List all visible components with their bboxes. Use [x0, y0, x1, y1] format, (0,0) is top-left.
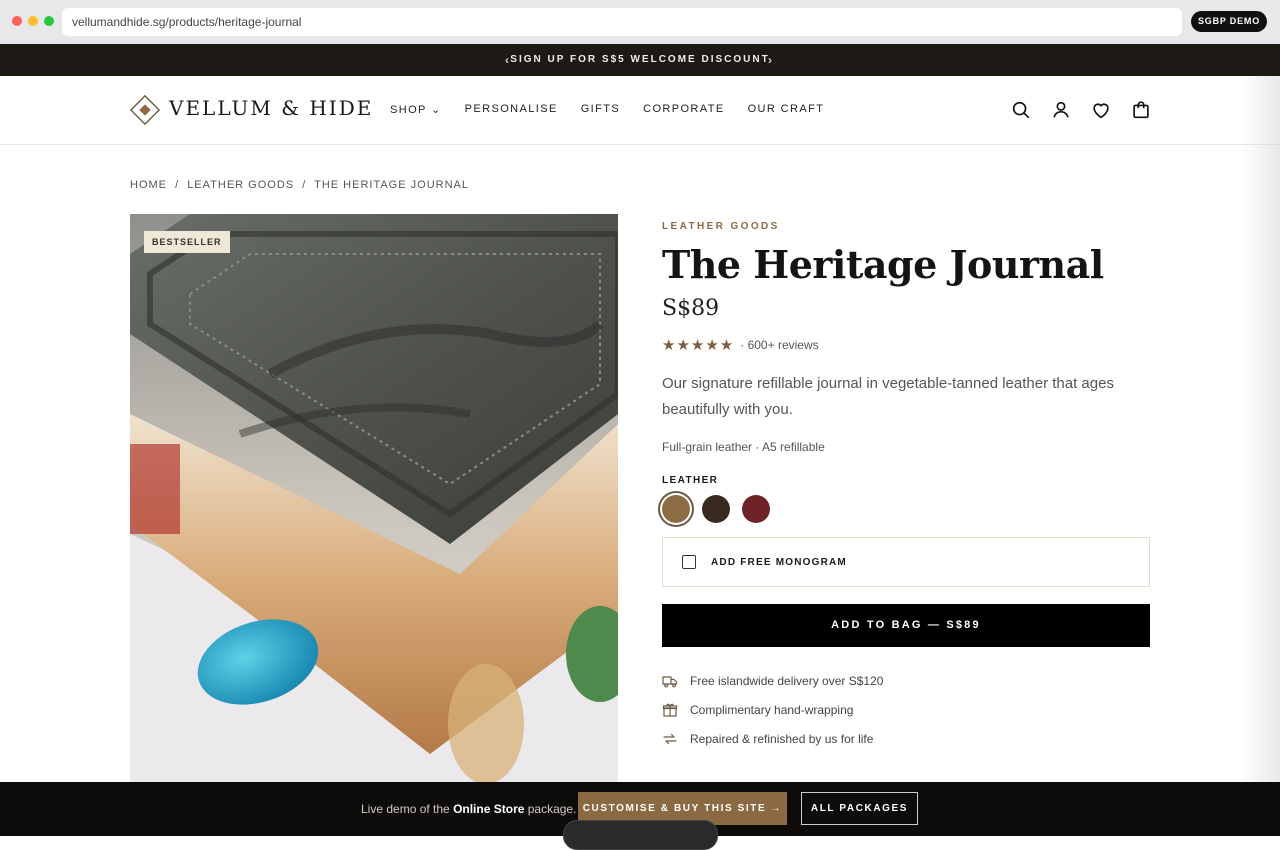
- perk-delivery-text: Free islandwide delivery over S$120: [690, 673, 884, 688]
- perk-wrapping: Complimentary hand-wrapping: [662, 695, 883, 724]
- truck-icon: [662, 675, 678, 687]
- breadcrumb-current: THE HERITAGE JOURNAL: [314, 179, 469, 191]
- nav-item-shop[interactable]: SHOP ⌄: [390, 103, 442, 116]
- repair-icon: [663, 733, 677, 744]
- gift-icon: [662, 703, 678, 717]
- review-count[interactable]: · 600+ reviews: [740, 338, 818, 352]
- account-icon[interactable]: [1050, 99, 1072, 121]
- swatch-tan[interactable]: [662, 495, 690, 523]
- rating: ★★★★★ · 600+ reviews: [662, 336, 819, 354]
- site-header: VELLUM & HIDE SHOP ⌄ PERSONALISE GIFTS C…: [0, 76, 1280, 145]
- monogram-label: ADD FREE MONOGRAM: [711, 556, 847, 568]
- demo-package-name: Online Store: [453, 802, 525, 816]
- address-bar[interactable]: vellumandhide.sg/products/heritage-journ…: [62, 8, 1182, 36]
- page-edge-shadow: [1240, 76, 1280, 782]
- announcement-bar: ‹ SIGN UP FOR S$5 WELCOME DISCOUNT ›: [0, 44, 1280, 76]
- logo-diamond-icon[interactable]: [130, 95, 160, 125]
- perk-repair-text: Repaired & refinished by us for life: [690, 731, 874, 746]
- demo-badge: SGBP DEMO: [1191, 11, 1267, 32]
- product-category: LEATHER GOODS: [662, 221, 780, 232]
- journal-photo: [130, 214, 618, 782]
- announcement-next-button[interactable]: ›: [768, 53, 774, 67]
- leather-option-label: LEATHER: [662, 475, 719, 486]
- breadcrumb-separator: /: [302, 179, 307, 191]
- wishlist-icon[interactable]: [1090, 99, 1112, 121]
- minimize-window-button[interactable]: [28, 16, 38, 26]
- add-to-bag-button[interactable]: ADD TO BAG — S$89: [662, 604, 1150, 647]
- search-icon[interactable]: [1010, 99, 1032, 121]
- perk-delivery: Free islandwide delivery over S$120: [662, 666, 883, 695]
- breadcrumb: HOME / LEATHER GOODS / THE HERITAGE JOUR…: [130, 179, 473, 191]
- browser-chrome: vellumandhide.sg/products/heritage-journ…: [0, 0, 1280, 44]
- perk-wrapping-text: Complimentary hand-wrapping: [690, 702, 854, 717]
- breadcrumb-leather-goods[interactable]: LEATHER GOODS: [187, 179, 294, 191]
- monogram-option[interactable]: ADD FREE MONOGRAM: [662, 537, 1150, 587]
- product-image[interactable]: [130, 214, 618, 782]
- nav-item-corporate[interactable]: CORPORATE: [643, 103, 724, 116]
- bestseller-badge: BESTSELLER: [144, 231, 230, 253]
- main-nav: SHOP ⌄ PERSONALISE GIFTS CORPORATE OUR C…: [390, 103, 824, 116]
- all-packages-button[interactable]: ALL PACKAGES: [801, 792, 918, 825]
- perks-list: Free islandwide delivery over S$120 Comp…: [662, 666, 883, 753]
- perk-repair: Repaired & refinished by us for life: [662, 724, 883, 753]
- star-rating-icon: ★★★★★: [662, 337, 735, 354]
- product-title: The Heritage Journal: [662, 242, 1104, 287]
- demo-text-prefix: Live demo of the: [361, 802, 454, 816]
- announcement-message[interactable]: SIGN UP FOR S$5 WELCOME DISCOUNT: [0, 54, 1280, 65]
- breadcrumb-separator: /: [175, 179, 180, 191]
- site-logo[interactable]: VELLUM & HIDE: [169, 96, 373, 120]
- demo-text-suffix: package.: [524, 802, 577, 816]
- maximize-window-button[interactable]: [44, 16, 54, 26]
- breadcrumb-home[interactable]: HOME: [130, 179, 167, 191]
- bag-icon[interactable]: [1130, 99, 1152, 121]
- nav-item-personalise[interactable]: PERSONALISE: [465, 103, 558, 116]
- product-price: S$89: [662, 296, 720, 321]
- nav-item-our-craft[interactable]: OUR CRAFT: [748, 103, 825, 116]
- nav-item-gifts[interactable]: GIFTS: [581, 103, 620, 116]
- window-controls: [12, 16, 54, 26]
- monogram-checkbox[interactable]: [682, 555, 696, 569]
- product-specs: Full-grain leather · A5 refillable: [662, 440, 825, 454]
- demo-footer-text: Live demo of the Online Store package.: [361, 802, 576, 816]
- product-description: Our signature refillable journal in vege…: [662, 375, 1114, 418]
- close-window-button[interactable]: [12, 16, 22, 26]
- swatch-oxblood[interactable]: [742, 495, 770, 523]
- leather-swatches: [662, 495, 770, 523]
- swatch-dark-brown[interactable]: [702, 495, 730, 523]
- floating-toolbar[interactable]: [563, 820, 718, 850]
- header-icons: [1010, 99, 1152, 121]
